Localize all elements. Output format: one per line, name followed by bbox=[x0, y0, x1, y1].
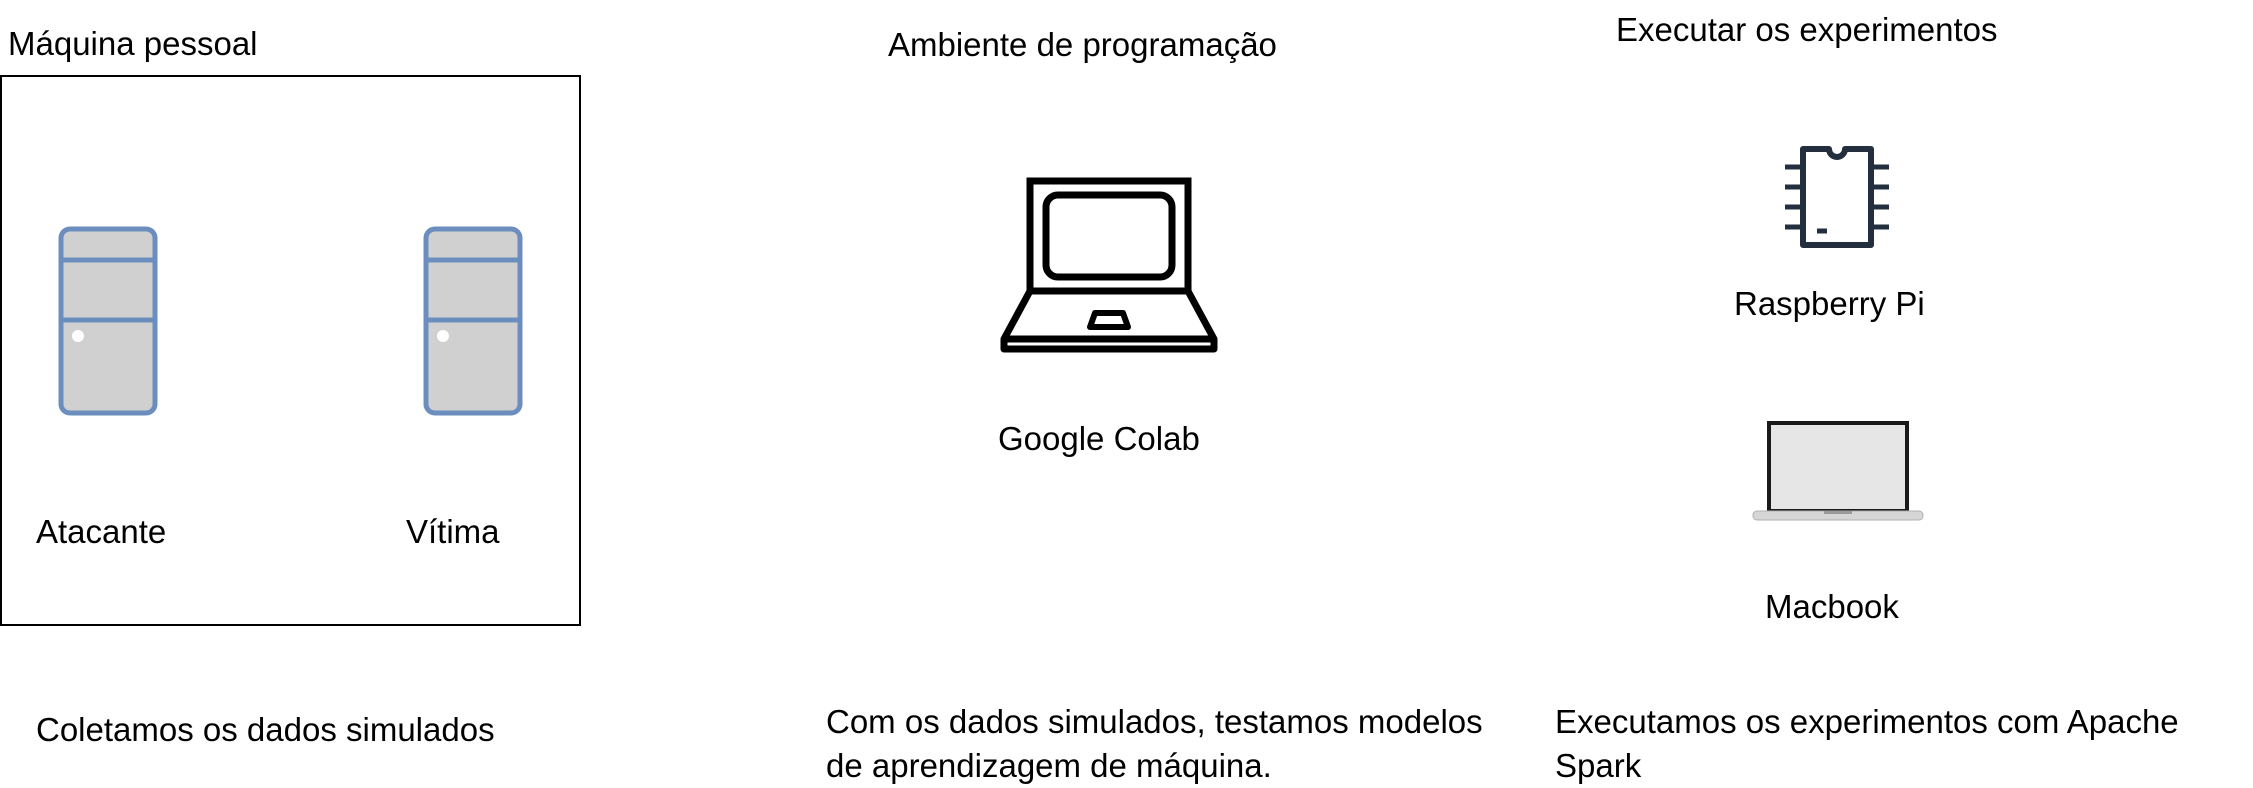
personal-machine-title: Máquina pessoal bbox=[8, 25, 258, 62]
raspberry-pi-label: Raspberry Pi bbox=[1734, 285, 1925, 322]
experiments-caption: Executamos os experimentos com Apache Sp… bbox=[1555, 703, 2179, 784]
attacker-server-icon bbox=[58, 226, 158, 416]
experiments-title: Executar os experimentos bbox=[1616, 11, 1998, 48]
programming-env-title: Ambiente de programação bbox=[888, 26, 1277, 63]
macbook-icon bbox=[1752, 421, 1924, 521]
laptop-icon bbox=[1000, 177, 1218, 353]
victim-label: Vítima bbox=[406, 513, 500, 550]
chip-icon bbox=[1785, 146, 1889, 248]
victim-server-icon bbox=[423, 226, 523, 416]
personal-machine-caption: Coletamos os dados simulados bbox=[36, 711, 495, 748]
attacker-label: Atacante bbox=[36, 513, 167, 550]
programming-env-caption: Com os dados simulados, testamos modelos… bbox=[826, 703, 1483, 784]
google-colab-label: Google Colab bbox=[998, 420, 1200, 457]
macbook-label: Macbook bbox=[1765, 588, 1899, 625]
